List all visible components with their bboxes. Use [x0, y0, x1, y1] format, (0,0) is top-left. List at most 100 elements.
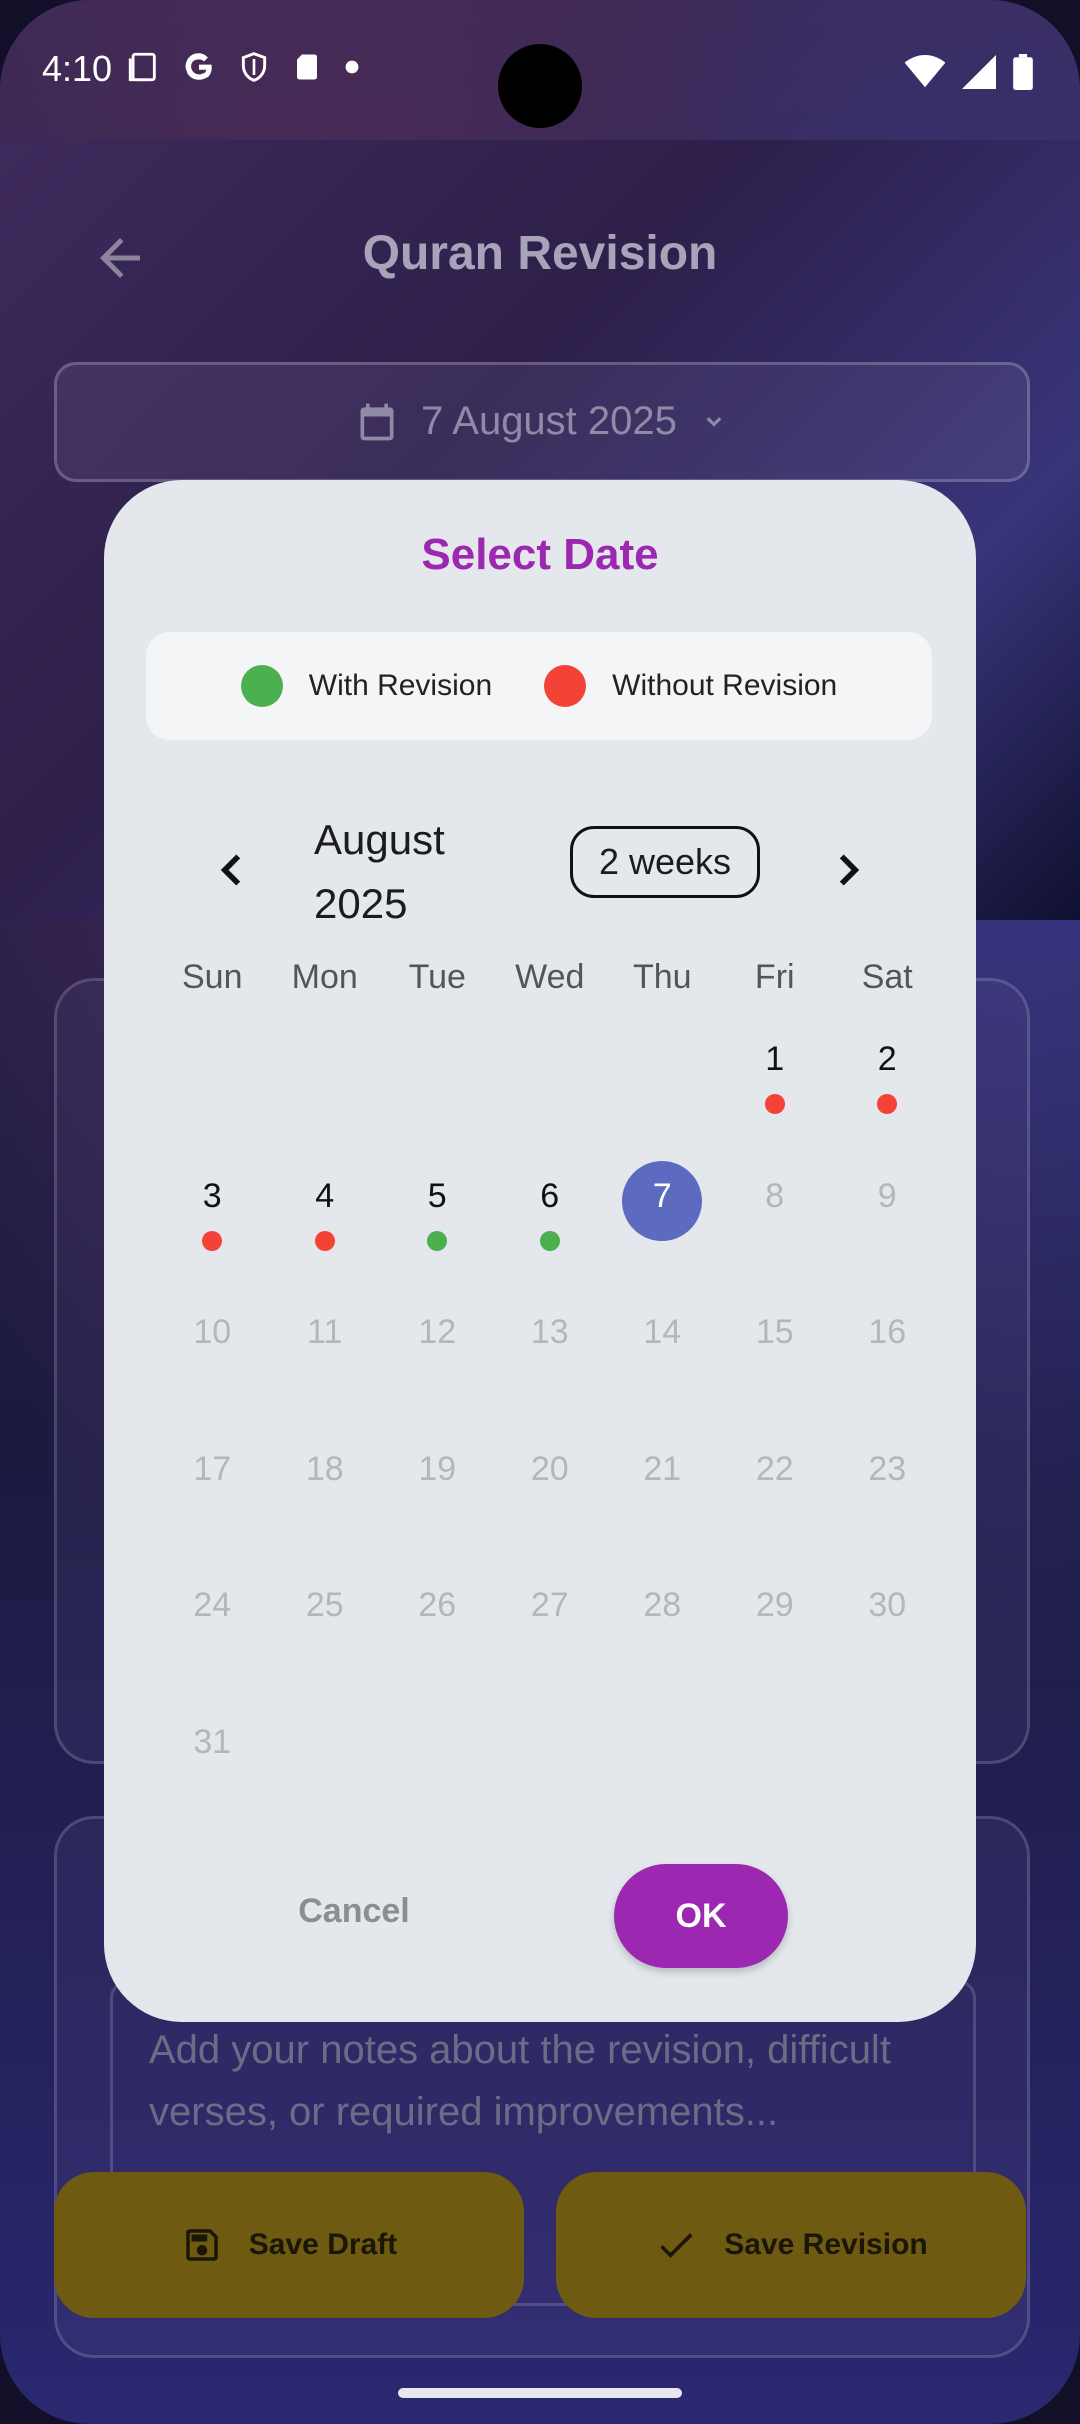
green-dot-icon — [240, 665, 283, 707]
status-icons-right — [904, 54, 1034, 90]
calendar-format-button[interactable]: 2 weeks — [570, 826, 760, 898]
day-number: 22 — [755, 1449, 794, 1488]
day-number: 4 — [315, 1176, 335, 1215]
day-cell: 19 — [381, 1440, 494, 1577]
day-cell[interactable]: 3 — [156, 1167, 269, 1304]
day-cell: 21 — [606, 1440, 719, 1577]
day-number: 30 — [868, 1586, 907, 1624]
empty-cell — [606, 1030, 719, 1167]
date-field-value: 7 August 2025 — [421, 399, 677, 443]
weekday-label: Mon — [291, 958, 358, 996]
date-selector-field[interactable]: 7 August 2025 — [54, 362, 1030, 482]
day-number: 3 — [202, 1176, 222, 1215]
day-cell[interactable]: 4 — [269, 1167, 382, 1304]
day-number: 12 — [418, 1313, 457, 1351]
weekday-header: Sun Mon Tue Wed Thu Fri Sat — [156, 958, 944, 997]
weekday-label: Thu — [632, 958, 692, 996]
day-cell[interactable]: 7 — [606, 1160, 719, 1304]
status-icons-left — [126, 50, 360, 84]
month-header: August 2025 2 weeks — [104, 800, 976, 940]
day-number: 1 — [765, 1040, 785, 1078]
day-cell: 8 — [719, 1167, 832, 1304]
empty-cell — [156, 1030, 269, 1167]
day-number: 2 — [877, 1040, 897, 1078]
legend-with-revision: With Revision — [240, 665, 493, 707]
weekday-label: Tue — [408, 958, 466, 996]
chevron-left-icon[interactable] — [210, 848, 254, 892]
status-time: 4:10 — [42, 48, 113, 89]
sd-card-icon — [297, 54, 317, 80]
legend: With Revision Without Revision — [146, 632, 932, 740]
phone-screen: 4:10 Quran Revision 7 August 2025 Add yo… — [0, 0, 1080, 2424]
weekday-label: Fri — [754, 958, 795, 996]
date-picker-dialog: Select Date With Revision Without Revisi… — [104, 480, 976, 2022]
empty-cell — [494, 1030, 607, 1167]
day-cell[interactable]: 6 — [494, 1167, 607, 1304]
day-cell: 11 — [269, 1303, 382, 1440]
day-number: 25 — [305, 1586, 344, 1624]
day-grid: 1 2 3 4 5 6 7 8 9 10 11 12 13 14 15 16 17 18 19 20 21 22 23 24 2… — [156, 1030, 944, 1849]
save-icon — [186, 2229, 218, 2261]
day-cell: 17 — [156, 1440, 269, 1577]
with-revision-marker-icon — [427, 1230, 448, 1251]
day-number: 16 — [868, 1313, 907, 1351]
day-cell[interactable]: 5 — [381, 1167, 494, 1304]
dialog-title: Select Date — [421, 530, 659, 579]
day-number: 13 — [530, 1313, 569, 1351]
without-revision-marker-icon — [314, 1230, 335, 1251]
page-title: Quran Revision — [362, 227, 718, 280]
day-cell: 12 — [381, 1303, 494, 1440]
notes-placeholder: Add your notes about the revision, diffi… — [149, 2028, 891, 2134]
day-number: 28 — [643, 1586, 682, 1624]
day-number: 23 — [868, 1449, 907, 1488]
without-revision-marker-icon — [202, 1230, 223, 1251]
day-cell: 22 — [719, 1440, 832, 1577]
cancel-button[interactable]: Cancel — [274, 1892, 434, 1931]
day-number: 21 — [643, 1449, 682, 1488]
chevron-right-icon[interactable] — [826, 848, 870, 892]
day-number: 6 — [540, 1176, 560, 1215]
signal-icon — [962, 55, 996, 89]
weekday-label: Wed — [515, 958, 585, 996]
day-number: 5 — [427, 1176, 447, 1215]
day-cell[interactable]: 1 — [719, 1030, 832, 1167]
with-revision-marker-icon — [539, 1230, 560, 1251]
red-dot-icon — [544, 665, 587, 707]
month-title: August 2025 — [314, 816, 445, 927]
screenshot-icon — [128, 52, 156, 82]
day-cell: 31 — [156, 1713, 269, 1850]
shield-icon — [241, 52, 267, 82]
day-number: 29 — [755, 1586, 794, 1624]
without-revision-marker-icon — [877, 1094, 898, 1114]
day-cell: 28 — [606, 1576, 719, 1713]
legend-without-revision: Without Revision — [544, 665, 837, 707]
dot-icon — [345, 60, 359, 74]
check-icon — [660, 2233, 693, 2258]
day-number: 18 — [305, 1449, 344, 1488]
save-revision-label: Save Revision — [724, 2228, 928, 2261]
day-cell: 20 — [494, 1440, 607, 1577]
wifi-icon — [904, 55, 946, 88]
day-number: 24 — [193, 1586, 232, 1624]
day-cell: 24 — [156, 1576, 269, 1713]
day-cell: 23 — [831, 1440, 944, 1577]
day-number: 7 — [652, 1176, 672, 1215]
day-cell: 10 — [156, 1303, 269, 1440]
day-cell[interactable]: 2 — [831, 1030, 944, 1167]
home-indicator[interactable] — [398, 2388, 682, 2398]
day-cell: 13 — [494, 1303, 607, 1440]
weekday-label: Sat — [861, 958, 913, 996]
day-cell: 9 — [831, 1167, 944, 1304]
legend-label: With Revision — [308, 669, 493, 702]
day-cell: 25 — [269, 1576, 382, 1713]
save-revision-button[interactable]: Save Revision — [556, 2172, 1026, 2318]
day-cell: 29 — [719, 1576, 832, 1713]
camera-cutout — [498, 44, 582, 128]
battery-icon — [1013, 54, 1033, 90]
day-number: 26 — [418, 1586, 457, 1624]
day-cell: 27 — [494, 1576, 607, 1713]
day-number: 31 — [193, 1722, 232, 1761]
save-draft-button[interactable]: Save Draft — [54, 2172, 524, 2318]
ok-button[interactable]: OK — [614, 1864, 788, 1968]
day-cell: 16 — [831, 1303, 944, 1440]
